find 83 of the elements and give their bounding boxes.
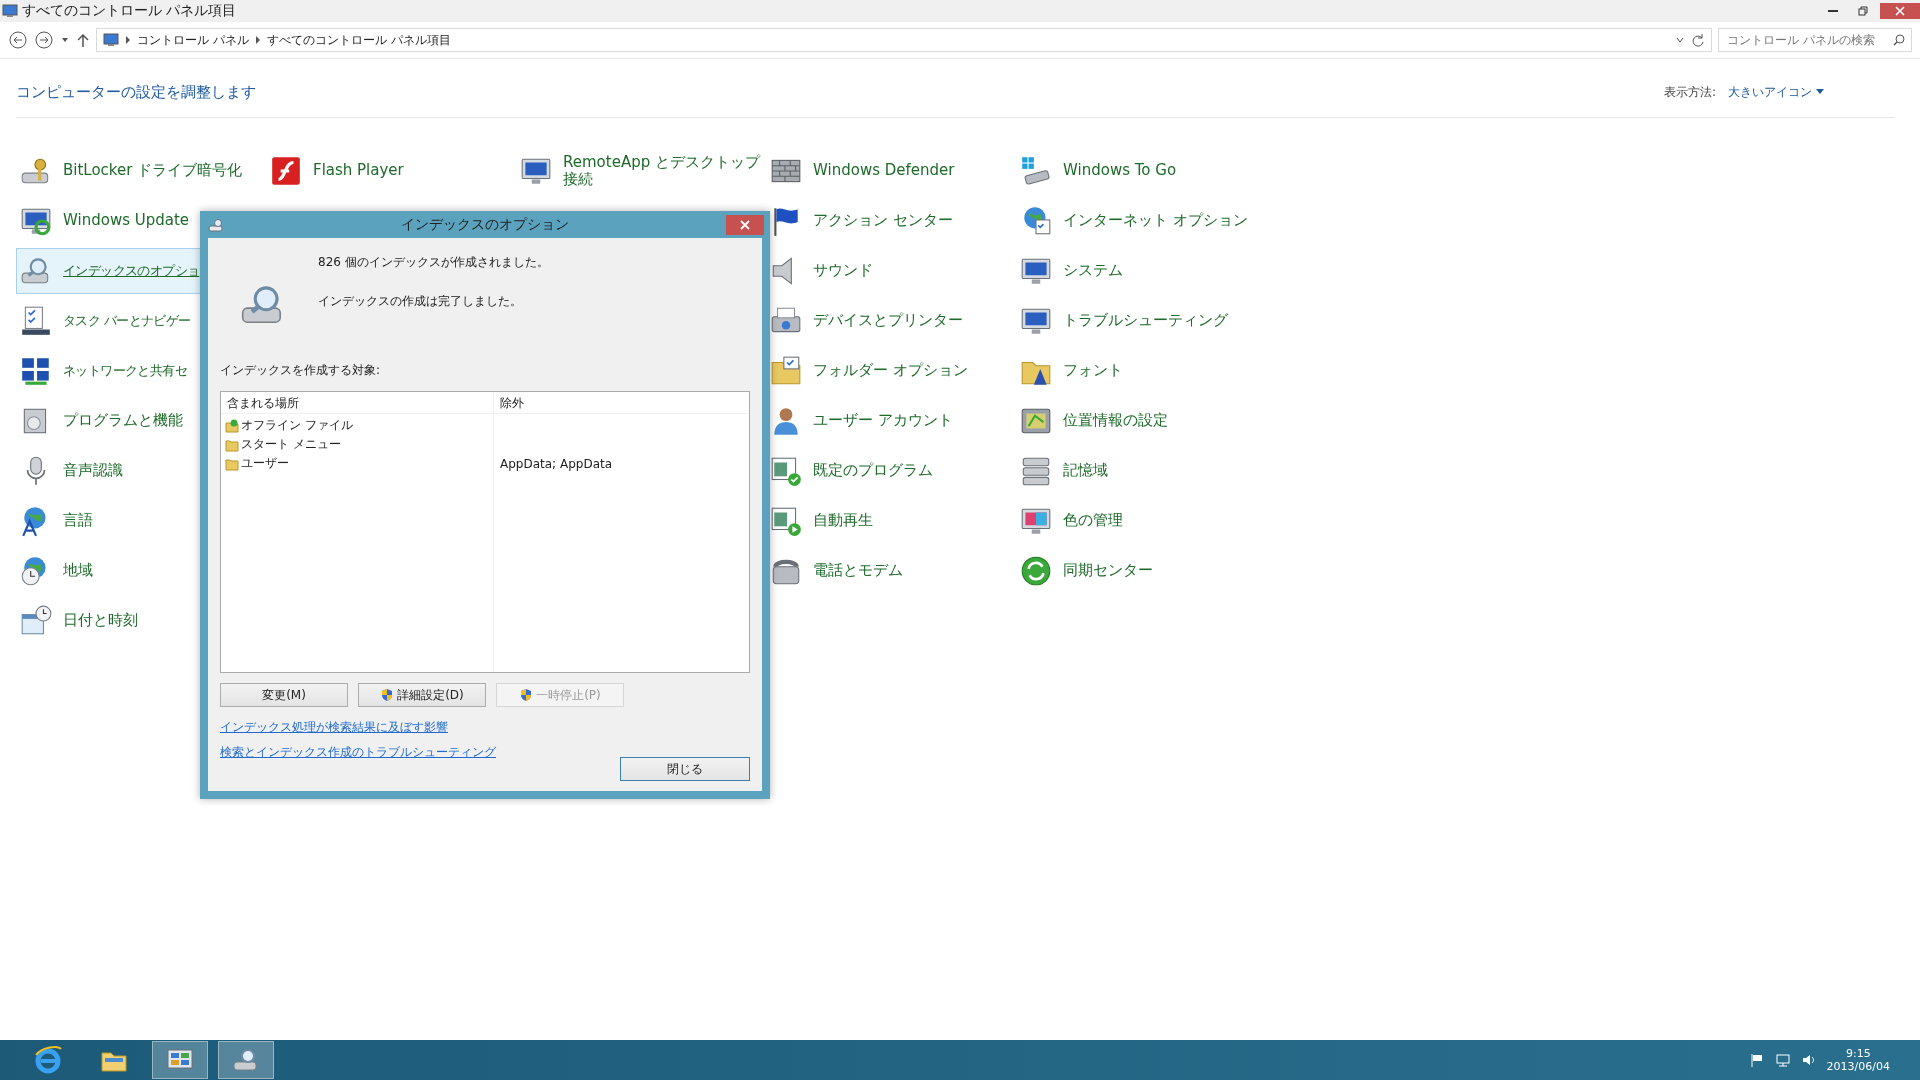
help-link[interactable]: インデックス処理が検索結果に及ぼす影響	[220, 719, 448, 736]
chevron-icon	[254, 36, 261, 44]
list-row[interactable]: スタート メニュー	[225, 435, 489, 454]
dialog-button[interactable]: 詳細設定(D)	[358, 683, 486, 707]
control-panel-item[interactable]: 記憶域	[1016, 448, 1262, 494]
monitor-icon	[2, 3, 18, 19]
monitor-icon	[103, 32, 119, 48]
control-panel-item[interactable]: フォント	[1016, 348, 1262, 394]
folder-icon	[225, 456, 239, 471]
close-button[interactable]	[726, 215, 764, 235]
address-field[interactable]: コントロール パネル すべてのコントロール パネル項目	[96, 28, 1712, 52]
control-panel-item[interactable]: 色の管理	[1016, 498, 1262, 544]
control-panel-item[interactable]: BitLocker ドライブ暗号化	[16, 148, 262, 194]
search-icon[interactable]	[1893, 34, 1905, 46]
control-panel-item[interactable]: Windows To Go	[1016, 148, 1262, 194]
close-icon	[1895, 6, 1905, 16]
control-panel-item[interactable]: 日付と時刻	[16, 598, 262, 644]
status-text: 826 個のインデックスが作成されました。	[318, 254, 549, 271]
folder-icon	[225, 437, 239, 452]
status-text: インデックスの作成は完了しました。	[318, 293, 523, 310]
control-panel-item[interactable]: 電話とモデム	[766, 548, 1012, 594]
close-dialog-button[interactable]: 閉じる	[620, 757, 750, 781]
clock[interactable]: 9:15 2013/06/04	[1826, 1046, 1890, 1074]
close-icon	[740, 220, 750, 230]
drive-magnifier-icon	[208, 217, 224, 232]
control-panel-item[interactable]: サウンド	[766, 248, 1012, 294]
control-panel-item[interactable]: デバイスとプリンター	[766, 298, 1012, 344]
column-header[interactable]: 除外	[493, 392, 749, 414]
control-panel-item[interactable]: 既定のプログラム	[766, 448, 1012, 494]
dialog-title: インデックスのオプション	[400, 215, 570, 234]
minimize-icon	[1828, 10, 1838, 12]
column-header[interactable]: 含まれる場所	[221, 392, 493, 414]
dialog-button[interactable]: 変更(M)	[220, 683, 348, 707]
restore-icon	[1858, 6, 1868, 16]
list-row[interactable]: オフライン ファイル	[225, 416, 489, 435]
close-button[interactable]	[1880, 3, 1920, 19]
clock-date: 2013/06/04	[1826, 1060, 1890, 1074]
view-dropdown[interactable]: 大きいアイコン	[1728, 83, 1824, 101]
network-icon[interactable]	[1774, 1052, 1791, 1068]
taskbar-button[interactable]	[152, 1041, 208, 1079]
control-panel-item[interactable]: タスク バーとナビゲー	[16, 298, 262, 344]
swoosh-tile-icon	[269, 154, 303, 188]
page-heading: コンピューターの設定を調整します	[16, 82, 257, 102]
control-panel-item[interactable]: Windows Update	[16, 198, 262, 244]
control-panel-item[interactable]: RemoteApp とデスクトップ接続	[516, 148, 762, 194]
control-panel-item[interactable]: 地域	[16, 548, 262, 594]
flag-icon[interactable]	[1748, 1052, 1765, 1068]
control-panel-item[interactable]: 言語	[16, 498, 262, 544]
list-row[interactable]: ユーザー	[225, 454, 489, 473]
control-panel-item[interactable]: アクション センター	[766, 198, 1012, 244]
search-field[interactable]: コントロール パネルの検索	[1718, 28, 1912, 52]
up-arrow-icon[interactable]	[76, 32, 90, 48]
view-label: 表示方法:	[1663, 83, 1716, 101]
control-panel-item[interactable]: インターネット オプション	[1016, 198, 1262, 244]
chevron-icon	[125, 36, 131, 44]
forward-button[interactable]	[34, 30, 54, 50]
control-panel-item[interactable]: 位置情報の設定	[1016, 398, 1262, 444]
list-label: インデックスを作成する対象:	[220, 362, 382, 379]
sync-folder-icon	[225, 418, 239, 433]
control-panel-item[interactable]: トラブルシューティング	[1016, 298, 1262, 344]
dropdown-icon[interactable]	[1675, 35, 1685, 45]
control-panel-item[interactable]: 自動再生	[766, 498, 1012, 544]
clock-time: 9:15	[1845, 1046, 1871, 1060]
help-link[interactable]: 検索とインデックス作成のトラブルシューティング	[220, 744, 496, 761]
window-title: すべてのコントロール パネル項目	[22, 2, 238, 20]
breadcrumb-item[interactable]: すべてのコントロール パネル項目	[266, 31, 451, 49]
back-button[interactable]	[8, 30, 28, 50]
caret-icon	[1816, 89, 1824, 95]
taskbar-button[interactable]	[218, 1041, 274, 1079]
checklist-icon	[19, 304, 53, 338]
breadcrumb-item[interactable]: コントロール パネル	[137, 31, 249, 49]
refresh-icon[interactable]	[1691, 33, 1705, 47]
control-panel-item[interactable]: ユーザー アカウント	[766, 398, 1012, 444]
volume-icon[interactable]	[1800, 1052, 1817, 1068]
control-panel-item[interactable]: Flash Player	[266, 148, 512, 194]
control-panel-item[interactable]: システム	[1016, 248, 1262, 294]
control-panel-item[interactable]: フォルダー オプション	[766, 348, 1012, 394]
control-panel-item[interactable]: Windows Defender	[766, 148, 1012, 194]
sync-icon	[1019, 554, 1053, 588]
usb-drive-icon	[1019, 154, 1053, 188]
control-panel-item[interactable]: 同期センター	[1016, 548, 1262, 594]
exclude-text: AppData; AppData	[500, 456, 613, 471]
browser-icon	[33, 1045, 63, 1075]
